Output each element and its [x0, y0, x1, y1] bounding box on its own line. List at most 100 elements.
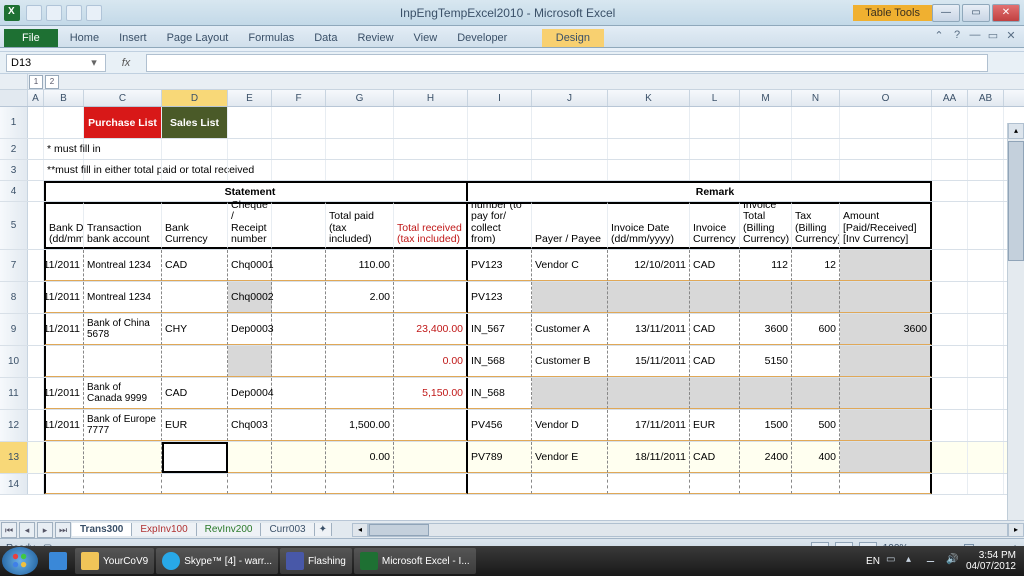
cell[interactable] [28, 346, 44, 377]
taskbar-ie[interactable] [43, 548, 73, 574]
hscroll-thumb[interactable] [369, 524, 429, 536]
cell[interactable]: 3600 [740, 314, 792, 345]
sheet-nav-prev-icon[interactable]: ◂ [19, 522, 35, 538]
cell[interactable]: Chq003 [228, 410, 272, 441]
row-header[interactable]: 7 [0, 250, 28, 281]
cell[interactable]: PV123 [468, 250, 532, 281]
cell[interactable] [740, 282, 792, 313]
row-header[interactable]: 11 [0, 378, 28, 409]
cell[interactable] [394, 282, 468, 313]
cell[interactable] [272, 442, 326, 473]
taskbar-skype[interactable]: Skype™ [4] - warr... [156, 548, 278, 574]
cell[interactable]: 17/11/2011 [608, 410, 690, 441]
cell[interactable]: IN_568 [468, 378, 532, 409]
col-header[interactable]: I [468, 90, 532, 106]
col-header[interactable]: J [532, 90, 608, 106]
cell[interactable]: Vendor C [532, 250, 608, 281]
cell[interactable]: **must fill in either total paid or tota… [44, 160, 84, 180]
name-box[interactable]: D13 ▾ [6, 54, 106, 72]
cell[interactable]: 5150 [740, 346, 792, 377]
cell[interactable]: PV123 [468, 282, 532, 313]
cell[interactable] [968, 410, 1004, 441]
start-button[interactable] [2, 547, 38, 575]
cell[interactable]: 2400 [740, 442, 792, 473]
purchase-list-button[interactable]: Purchase List [84, 107, 162, 138]
cell[interactable]: 3600 [840, 314, 932, 345]
cell[interactable] [272, 314, 326, 345]
scroll-thumb[interactable] [1008, 141, 1024, 261]
cell[interactable]: 2.00 [326, 282, 394, 313]
cell[interactable]: 5,150.00 [394, 378, 468, 409]
cell[interactable] [608, 378, 690, 409]
row-header[interactable]: 9 [0, 314, 28, 345]
sheet-nav-next-icon[interactable]: ▸ [37, 522, 53, 538]
cell[interactable] [968, 346, 1004, 377]
maximize-button[interactable]: ▭ [962, 4, 990, 22]
cell[interactable]: Montreal 1234 [84, 250, 162, 281]
sheet-nav-last-icon[interactable]: ⏭ [55, 522, 71, 538]
cell[interactable]: IN_567 [468, 314, 532, 345]
cell[interactable] [326, 346, 394, 377]
cell[interactable]: 0.00 [394, 346, 468, 377]
cell[interactable] [228, 442, 272, 473]
col-header[interactable]: C [84, 90, 162, 106]
tab-review[interactable]: Review [347, 29, 403, 47]
cell[interactable] [28, 410, 44, 441]
cell[interactable]: CAD [162, 378, 228, 409]
sheet-tab-curr003[interactable]: Curr003 [261, 523, 314, 536]
outline-level-2[interactable]: 2 [45, 75, 59, 89]
cell[interactable] [932, 314, 968, 345]
col-header[interactable]: K [608, 90, 690, 106]
cell[interactable]: 0.00 [326, 442, 394, 473]
cell[interactable]: 400 [792, 442, 840, 473]
tray-up-icon[interactable]: ▴ [906, 554, 920, 568]
cell[interactable]: Customer A [532, 314, 608, 345]
cell[interactable]: 112 [740, 250, 792, 281]
tray-flag-icon[interactable]: ▭ [886, 554, 900, 568]
taskbar-clock[interactable]: 3:54 PM 04/07/2012 [966, 550, 1016, 572]
cell[interactable] [932, 378, 968, 409]
col-header[interactable]: N [792, 90, 840, 106]
cell[interactable]: PV789 [468, 442, 532, 473]
cell[interactable] [272, 282, 326, 313]
cell[interactable]: CAD [690, 250, 740, 281]
cell[interactable]: CAD [690, 314, 740, 345]
file-tab[interactable]: File [4, 29, 58, 47]
cell[interactable]: Customer B [532, 346, 608, 377]
cell[interactable] [326, 378, 394, 409]
cell[interactable] [968, 378, 1004, 409]
tray-network-icon[interactable]: ⚊ [926, 554, 940, 568]
spreadsheet-grid[interactable]: A B C D E F G H I J K L M N O AA AB 1 Pu… [0, 90, 1024, 520]
cell[interactable] [84, 346, 162, 377]
tab-view[interactable]: View [404, 29, 448, 47]
cell[interactable] [840, 346, 932, 377]
col-header[interactable]: M [740, 90, 792, 106]
cell[interactable] [840, 378, 932, 409]
col-header[interactable]: E [228, 90, 272, 106]
col-header[interactable]: H [394, 90, 468, 106]
tab-formulas[interactable]: Formulas [238, 29, 304, 47]
cell[interactable]: * must fill in [44, 139, 84, 159]
cell[interactable]: 500 [792, 410, 840, 441]
tray-volume-icon[interactable]: 🔊 [946, 554, 960, 568]
cell[interactable] [932, 282, 968, 313]
cell[interactable]: 1500 [740, 410, 792, 441]
cell[interactable] [28, 250, 44, 281]
cell[interactable]: 13/11/2011 [44, 282, 84, 313]
horizontal-scrollbar[interactable]: ◂ ▸ [352, 523, 1024, 537]
cell[interactable]: Vendor E [532, 442, 608, 473]
cell[interactable] [44, 346, 84, 377]
scroll-left-icon[interactable]: ◂ [352, 523, 368, 537]
cell[interactable]: 600 [792, 314, 840, 345]
cell[interactable] [28, 442, 44, 473]
cell[interactable]: IN_568 [468, 346, 532, 377]
cell[interactable]: Chq0002 [228, 282, 272, 313]
cell[interactable] [532, 282, 608, 313]
cell[interactable] [272, 346, 326, 377]
cell[interactable] [690, 378, 740, 409]
col-header[interactable]: G [326, 90, 394, 106]
cell[interactable] [162, 442, 228, 473]
outline-level-1[interactable]: 1 [29, 75, 43, 89]
cell[interactable]: EUR [690, 410, 740, 441]
cell[interactable] [968, 250, 1004, 281]
